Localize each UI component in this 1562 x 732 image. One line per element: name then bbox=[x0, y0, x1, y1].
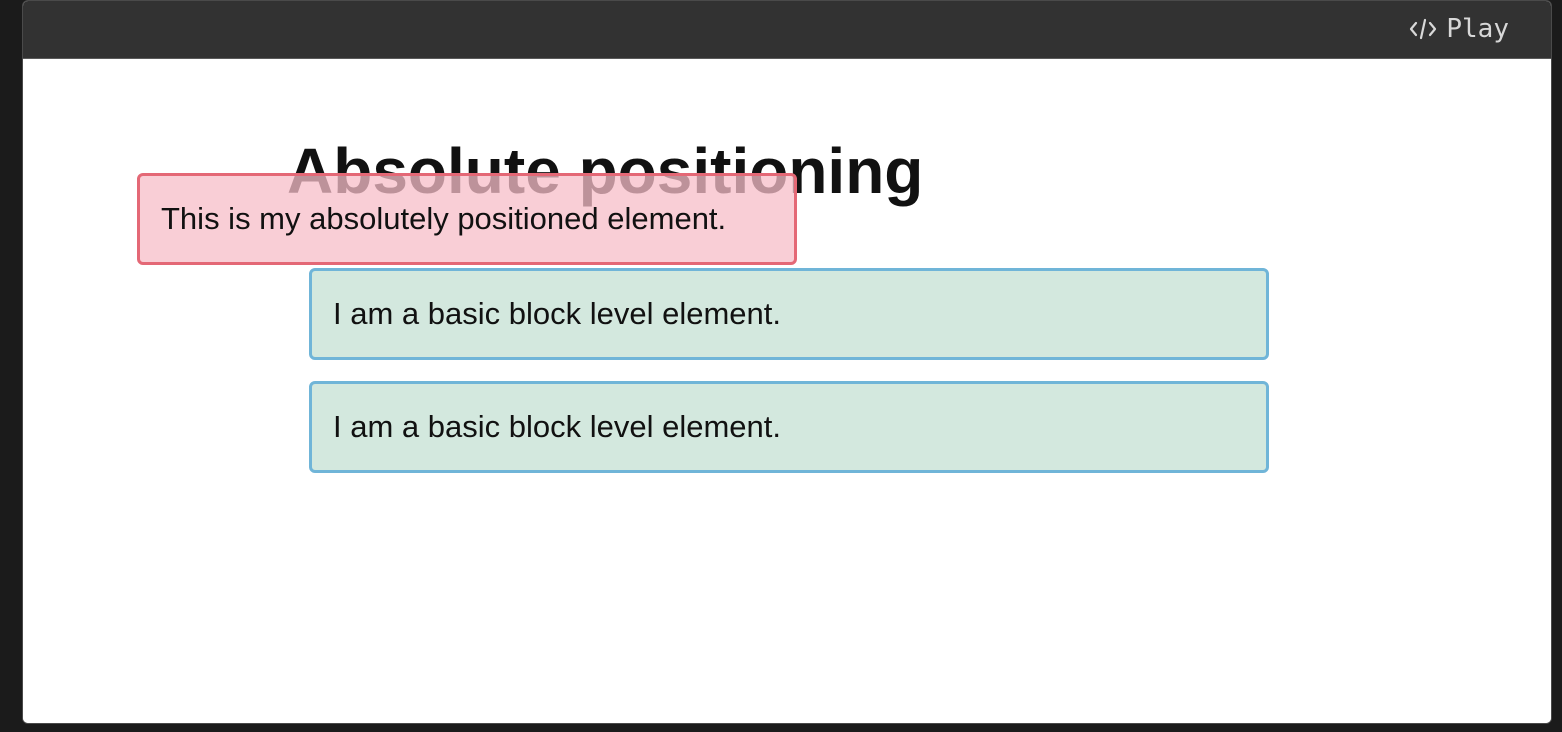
absolute-positioned-element: This is my absolutely positioned element… bbox=[137, 173, 797, 265]
code-icon bbox=[1408, 16, 1438, 42]
play-button[interactable]: Play bbox=[1408, 11, 1509, 47]
play-label: Play bbox=[1446, 14, 1509, 44]
example-frame: Play Absolute positioning This is my abs… bbox=[22, 0, 1552, 724]
block-element-1: I am a basic block level element. bbox=[309, 268, 1269, 360]
example-output: Absolute positioning This is my absolute… bbox=[23, 59, 1551, 723]
example-toolbar: Play bbox=[23, 1, 1551, 59]
block-element-2: I am a basic block level element. bbox=[309, 381, 1269, 473]
